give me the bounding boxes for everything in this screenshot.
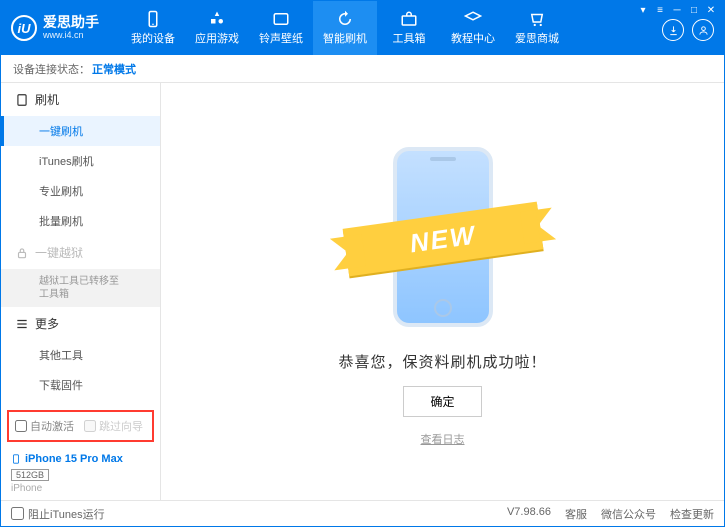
status-label: 设备连接状态：	[13, 61, 90, 77]
section-label: 刷机	[35, 91, 59, 108]
image-icon	[272, 10, 290, 28]
device-info: iPhone 15 Pro Max 512GB iPhone	[1, 446, 160, 500]
status-bar: 设备连接状态： 正常模式	[1, 55, 724, 83]
ok-button[interactable]: 确定	[403, 386, 481, 417]
view-log-link[interactable]: 查看日志	[421, 431, 465, 447]
sidebar-item-firmware[interactable]: 下载固件	[1, 370, 160, 400]
phone-icon	[11, 452, 21, 466]
sidebar-section-more[interactable]: 更多	[1, 307, 160, 340]
main-nav: 我的设备 应用游戏 铃声壁纸 智能刷机 工具箱 教程中心	[121, 1, 569, 55]
sidebar-item-advanced[interactable]: 高级功能	[1, 400, 160, 406]
checkbox-skip-guide[interactable]: 跳过向导	[84, 418, 143, 434]
nav-label: 工具箱	[393, 30, 426, 46]
app-icon	[208, 10, 226, 28]
footer-link-support[interactable]: 客服	[565, 506, 587, 522]
status-value: 正常模式	[92, 61, 136, 77]
device-type: iPhone	[11, 483, 150, 494]
sidebar-item-oneclick[interactable]: 一键刷机	[1, 116, 160, 146]
brand: iU 爱思助手 www.i4.cn	[1, 1, 109, 55]
user-button[interactable]	[692, 19, 714, 41]
highlighted-options: 自动激活 跳过向导	[7, 410, 154, 442]
nav-my-device[interactable]: 我的设备	[121, 1, 185, 55]
sidebar-section-flash[interactable]: 刷机	[1, 83, 160, 116]
checkbox-input[interactable]	[11, 507, 24, 520]
nav-smart-flash[interactable]: 智能刷机	[313, 1, 377, 55]
success-illustration: NEW	[363, 137, 523, 337]
device-storage: 512GB	[11, 469, 49, 481]
nav-apps[interactable]: 应用游戏	[185, 1, 249, 55]
lock-icon	[15, 246, 29, 260]
sidebar-item-batch[interactable]: 批量刷机	[1, 206, 160, 236]
main-content: NEW 恭喜您，保资料刷机成功啦！ 确定 查看日志	[161, 83, 724, 500]
cart-icon	[528, 10, 546, 28]
footer: 阻止iTunes运行 V7.98.66 客服 微信公众号 检查更新	[1, 500, 724, 526]
section-label: 一键越狱	[35, 244, 83, 261]
refresh-icon	[336, 10, 354, 28]
nav-label: 铃声壁纸	[259, 30, 303, 46]
device-name[interactable]: iPhone 15 Pro Max	[11, 452, 150, 466]
sidebar-jailbreak-note: 越狱工具已转移至 工具箱	[1, 269, 160, 307]
menu-icon[interactable]: ▾	[636, 3, 650, 17]
footer-link-update[interactable]: 检查更新	[670, 506, 714, 522]
graduation-icon	[464, 10, 482, 28]
maximize-icon[interactable]: □	[687, 3, 701, 17]
nav-label: 应用游戏	[195, 30, 239, 46]
checkbox-block-itunes[interactable]: 阻止iTunes运行	[11, 506, 105, 522]
checkbox-input[interactable]	[15, 420, 27, 432]
nav-store[interactable]: 爱思商城	[505, 1, 569, 55]
sidebar: 刷机 一键刷机 iTunes刷机 专业刷机 批量刷机 一键越狱 越狱工具已转移至…	[1, 83, 161, 500]
toolbox-icon	[400, 10, 418, 28]
brand-title: 爱思助手	[43, 15, 99, 30]
more-icon	[15, 317, 29, 331]
lock-icon[interactable]: ≡	[653, 3, 667, 17]
sidebar-item-pro[interactable]: 专业刷机	[1, 176, 160, 206]
nav-toolbox[interactable]: 工具箱	[377, 1, 441, 55]
phone-icon	[144, 10, 162, 28]
logo-icon: iU	[11, 15, 37, 41]
sidebar-section-jailbreak: 一键越狱	[1, 236, 160, 269]
note-icon	[15, 93, 29, 107]
nav-label: 教程中心	[451, 30, 495, 46]
sidebar-item-othertools[interactable]: 其他工具	[1, 340, 160, 370]
minimize-icon[interactable]: ─	[670, 3, 684, 17]
success-message: 恭喜您，保资料刷机成功啦！	[338, 351, 546, 372]
section-label: 更多	[35, 315, 59, 332]
nav-ringtones[interactable]: 铃声壁纸	[249, 1, 313, 55]
footer-link-wechat[interactable]: 微信公众号	[601, 506, 656, 522]
sidebar-item-itunes[interactable]: iTunes刷机	[1, 146, 160, 176]
download-button[interactable]	[662, 19, 684, 41]
close-icon[interactable]: ✕	[704, 3, 718, 17]
title-bar: iU 爱思助手 www.i4.cn 我的设备 应用游戏 铃声壁纸 智能刷机	[1, 1, 724, 55]
checkbox-auto-activate[interactable]: 自动激活	[15, 418, 74, 434]
version-label: V7.98.66	[507, 506, 551, 522]
nav-label: 智能刷机	[323, 30, 367, 46]
nav-label: 爱思商城	[515, 30, 559, 46]
nav-label: 我的设备	[131, 30, 175, 46]
brand-subtitle: www.i4.cn	[43, 31, 99, 41]
nav-tutorials[interactable]: 教程中心	[441, 1, 505, 55]
checkbox-input	[84, 420, 96, 432]
